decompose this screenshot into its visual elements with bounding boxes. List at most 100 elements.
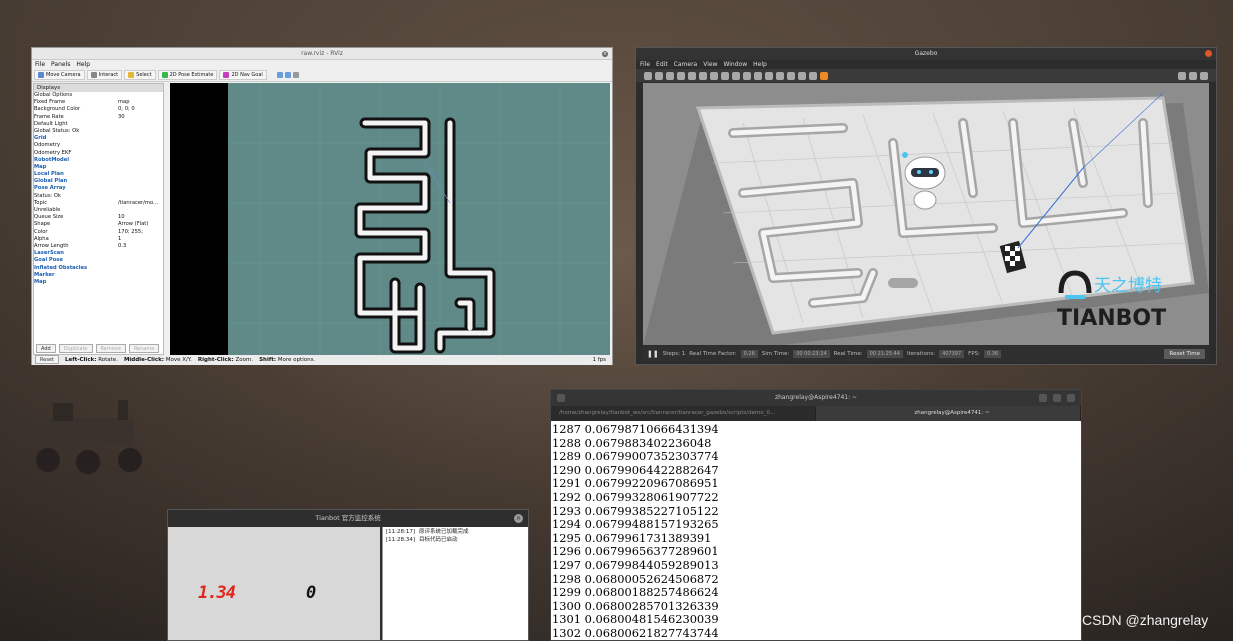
add-button[interactable]: Add	[36, 344, 56, 353]
menu-help[interactable]: Help	[76, 60, 90, 69]
undo-icon[interactable]	[688, 71, 696, 80]
display-row[interactable]: Global Status: Ok	[34, 128, 163, 135]
display-row[interactable]: Alpha 1	[34, 236, 163, 243]
align-icon[interactable]	[798, 71, 806, 80]
sphere-icon[interactable]	[721, 71, 729, 80]
pause-icon[interactable]: ❚❚	[647, 350, 659, 358]
display-row[interactable]: Topic/tianracer/mo...	[34, 200, 163, 207]
menu-help[interactable]: Help	[753, 60, 767, 69]
display-row-value	[118, 135, 163, 142]
svg-text:天之博特: 天之博特	[1094, 276, 1162, 296]
terminal-output[interactable]: 1287 0.06798710666431394 1288 0.067988340…	[551, 421, 1081, 640]
minus-icon[interactable]	[284, 72, 291, 78]
menu-panels[interactable]: Panels	[51, 60, 70, 69]
move-camera-button[interactable]: Move Camera	[34, 70, 85, 80]
terminal-line: 1302 0.06800621827743744	[552, 625, 719, 640]
display-row[interactable]: Color 170; 255;	[34, 229, 163, 236]
cylinder-icon[interactable]	[732, 71, 740, 80]
new-tab-icon[interactable]	[557, 394, 565, 402]
display-row[interactable]: Global Options	[34, 92, 163, 99]
dir-light-icon[interactable]	[765, 71, 773, 80]
translate-icon[interactable]	[655, 71, 663, 80]
display-row[interactable]: Pose Array	[34, 185, 163, 192]
plus-icon[interactable]	[276, 72, 283, 78]
display-row-name: LaserScan	[34, 250, 64, 257]
select-button[interactable]: Select	[124, 70, 156, 80]
display-row-value	[118, 207, 163, 214]
display-row[interactable]: Global Plan	[34, 178, 163, 185]
display-row[interactable]: Unreliable	[34, 207, 163, 214]
display-row-value: 1	[118, 235, 122, 242]
display-row[interactable]: Queue Size 10	[34, 214, 163, 221]
record-icon[interactable]	[1200, 71, 1208, 80]
orange-mode-icon[interactable]	[820, 71, 828, 80]
duplicate-button[interactable]: Duplicate	[58, 344, 93, 353]
rover-wallpaper-image	[36, 400, 142, 474]
display-row[interactable]: Default Light	[34, 121, 163, 128]
rviz-3d-viewport[interactable]	[170, 83, 610, 355]
pose-estimate-button[interactable]: 2D Pose Estimate	[157, 70, 218, 80]
gazebo-3d-scene[interactable]: 天之博特 TIANBOT	[643, 83, 1209, 345]
steps-label: Steps: 1	[662, 351, 686, 357]
redo-icon[interactable]	[699, 71, 707, 80]
close-icon[interactable]	[1067, 394, 1075, 402]
display-row[interactable]: Background Color 0; 0; 0	[34, 106, 163, 113]
display-row[interactable]: Map	[34, 164, 163, 171]
snap-icon[interactable]	[809, 71, 817, 80]
box-icon[interactable]	[710, 71, 718, 80]
display-row[interactable]: Grid	[34, 135, 163, 142]
display-row[interactable]: LaserScan	[34, 250, 163, 257]
tab-scripts[interactable]: /home/zhangrelay/tianbot_ws/src/tianrace…	[551, 406, 816, 421]
menu-window[interactable]: Window	[723, 60, 747, 69]
display-row[interactable]: Map	[34, 279, 163, 286]
rviz-statusbar: Reset Left-Click: Rotate. Middle-Click: …	[32, 355, 612, 365]
paste-icon[interactable]	[787, 71, 795, 80]
rename-button[interactable]: Rename	[128, 344, 160, 353]
point-light-icon[interactable]	[743, 71, 751, 80]
menu-file[interactable]: File	[640, 60, 650, 69]
select-mode-icon[interactable]	[644, 71, 652, 80]
menu-icon[interactable]	[1053, 394, 1061, 402]
terminal-window: zhangrelay@Aspire4741: ~ /home/zhangrela…	[550, 389, 1082, 641]
real-time-label: Real Time:	[833, 351, 863, 357]
displays-header: Displays	[34, 84, 163, 92]
display-row[interactable]: Goal Pose	[34, 257, 163, 264]
tab-home[interactable]: zhangrelay@Aspire4741: ~	[816, 406, 1081, 421]
dropdown-icon[interactable]	[292, 72, 299, 78]
nav-goal-button[interactable]: 2D Nav Goal	[219, 70, 267, 80]
search-icon[interactable]	[1039, 394, 1047, 402]
iterations-value: 407397	[939, 350, 965, 358]
interact-button[interactable]: Interact	[86, 70, 123, 80]
rotate-icon[interactable]	[666, 71, 674, 80]
display-row[interactable]: RobotModel	[34, 157, 163, 164]
remove-button[interactable]: Remove	[95, 344, 126, 353]
display-row[interactable]: Shape Arrow (Flat)	[34, 221, 163, 228]
display-row[interactable]: Odometry	[34, 142, 163, 149]
display-row[interactable]: Status: Ok	[34, 193, 163, 200]
menu-camera[interactable]: Camera	[674, 60, 698, 69]
display-row-name: Status: Ok	[34, 192, 62, 199]
reset-button[interactable]: Reset	[35, 355, 59, 364]
menu-edit[interactable]: Edit	[656, 60, 668, 69]
display-row-name: Global Status: Ok	[34, 127, 80, 134]
display-row[interactable]: Inflated Obstacles	[34, 265, 163, 272]
display-row[interactable]: Odometry EKF	[34, 150, 163, 157]
display-row[interactable]: Marker	[34, 272, 163, 279]
close-icon[interactable]: ×	[514, 514, 523, 523]
display-row[interactable]: Local Plan	[34, 171, 163, 178]
scale-icon[interactable]	[677, 71, 685, 80]
copy-icon[interactable]	[776, 71, 784, 80]
display-row[interactable]: Arrow Length 0.3	[34, 243, 163, 250]
spot-light-icon[interactable]	[754, 71, 762, 80]
display-row-name: Background Color	[34, 106, 81, 113]
close-icon[interactable]: ×	[602, 51, 608, 57]
display-row[interactable]: Frame Rate 30	[34, 114, 163, 121]
menu-view[interactable]: View	[703, 60, 717, 69]
iterations-label: Iterations:	[907, 351, 936, 357]
graph-icon[interactable]	[1189, 71, 1197, 80]
reset-time-button[interactable]: Reset Time	[1164, 349, 1205, 359]
menu-file[interactable]: File	[35, 60, 45, 69]
screenshot-icon[interactable]	[1178, 71, 1186, 80]
display-row[interactable]: Fixed Frame map	[34, 99, 163, 106]
close-icon[interactable]	[1205, 50, 1212, 57]
